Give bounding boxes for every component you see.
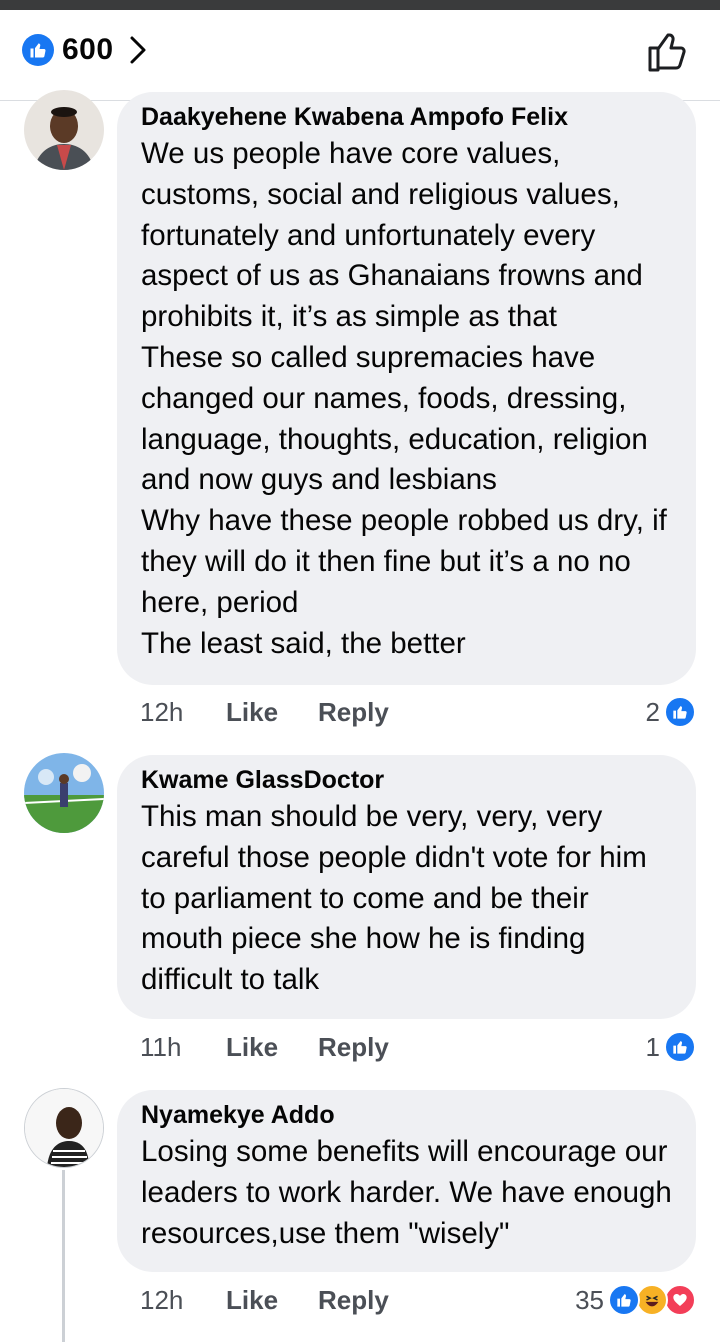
reaction-count: 1 (645, 1031, 660, 1062)
like-reaction-icon (608, 1284, 640, 1316)
avatar[interactable] (24, 753, 104, 833)
thumb-up-outline-icon[interactable] (646, 30, 690, 79)
reaction-count: 2 (645, 696, 660, 727)
reply-button[interactable]: Reply (318, 697, 389, 728)
love-reaction-icon (664, 1284, 696, 1316)
status-strip (0, 0, 720, 10)
like-button[interactable]: Like (226, 697, 278, 728)
comment-bubble: Kwame GlassDoctor This man should be ver… (117, 755, 696, 1019)
comment-bubble: Daakyehene Kwabena Ampofo Felix We us pe… (117, 92, 696, 685)
comment-text: We us people have core values, customs, … (141, 137, 667, 660)
like-button[interactable]: Like (226, 1285, 278, 1316)
avatar[interactable] (24, 90, 104, 170)
reaction-summary[interactable]: 35 (575, 1280, 696, 1320)
like-reaction-icon (664, 696, 696, 728)
reply-button[interactable]: Reply (318, 1032, 389, 1063)
comment-time[interactable]: 12h (140, 1285, 226, 1316)
like-count: 600 (62, 33, 114, 66)
comment-actions: 11h Like Reply (140, 1027, 429, 1067)
comment-actions: 12h Like Reply (140, 692, 429, 732)
comment-author[interactable]: Daakyehene Kwabena Ampofo Felix (141, 102, 674, 132)
chevron-right-icon (128, 35, 148, 65)
avatar[interactable] (24, 1088, 104, 1168)
comment-text: Losing some benefits will encourage our … (141, 1135, 672, 1250)
reaction-summary[interactable]: 2 (646, 692, 696, 732)
comment-time[interactable]: 11h (140, 1032, 226, 1063)
like-reaction-icon (664, 1031, 696, 1063)
reactions-header: 600 (0, 10, 720, 101)
comment-author[interactable]: Kwame GlassDoctor (141, 765, 674, 795)
like-button[interactable]: Like (226, 1032, 278, 1063)
reaction-count: 35 (575, 1284, 604, 1315)
reaction-summary[interactable]: 1 (646, 1027, 696, 1067)
comment-time[interactable]: 12h (140, 697, 226, 728)
reply-button[interactable]: Reply (318, 1285, 389, 1316)
comment-bubble: Nyamekye Addo Losing some benefits will … (117, 1090, 696, 1272)
comment-actions: 12h Like Reply (140, 1280, 429, 1320)
like-thumb-icon (22, 34, 54, 66)
comment-text: This man should be very, very, very care… (141, 800, 647, 997)
thread-line (62, 1170, 65, 1342)
comment-author[interactable]: Nyamekye Addo (141, 1100, 674, 1130)
reaction-summary-button[interactable]: 600 (22, 32, 148, 68)
haha-reaction-icon (636, 1284, 668, 1316)
